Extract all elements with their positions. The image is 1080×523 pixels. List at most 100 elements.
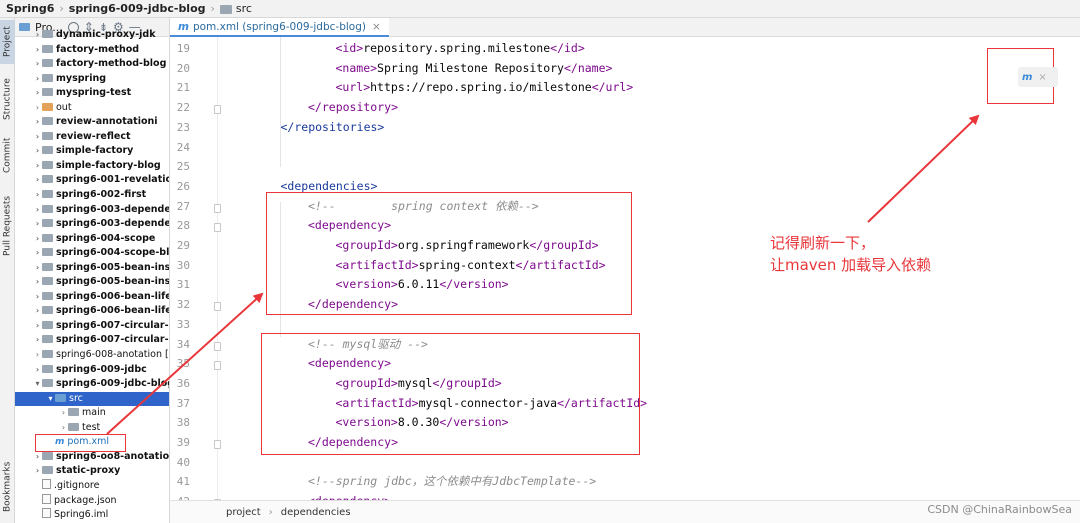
tree-item[interactable]: › myspring-test	[15, 86, 169, 101]
tree-item[interactable]: › spring6-007-circular-dep	[15, 333, 169, 348]
tree-item[interactable]: › main	[15, 406, 169, 421]
tree-item[interactable]: › test	[15, 421, 169, 436]
tab-pom-label: pom.xml (spring6-009-jdbc-blog)	[192, 21, 366, 33]
tree-item[interactable]: › review-reflect	[15, 130, 169, 145]
tree-item[interactable]: › dynamic-proxy-jdk	[15, 28, 169, 43]
tree-item[interactable]: › spring6-003-dependency	[15, 217, 169, 232]
tool-tab-bookmarks[interactable]: Bookmarks	[0, 458, 15, 516]
code-tag: <version>	[335, 415, 398, 430]
tool-tab-structure[interactable]: Structure	[0, 74, 15, 124]
chevron-right-icon[interactable]: ›	[33, 217, 42, 232]
module-folder-icon	[42, 451, 53, 460]
chevron-right-icon[interactable]: ›	[33, 304, 42, 319]
chevron-right-icon[interactable]: ›	[33, 290, 42, 305]
tree-item[interactable]: › spring6-008-anotation [sp	[15, 348, 169, 363]
tree-item[interactable]: › factory-method-blog	[15, 57, 169, 72]
tree-item[interactable]: › spring6-001-revelation	[15, 173, 169, 188]
tree-item[interactable]: › simple-factory	[15, 144, 169, 159]
tree-item[interactable]: ▾ spring6-009-jdbc-blog	[15, 377, 169, 392]
module-folder-icon	[42, 190, 53, 199]
tool-tab-commit[interactable]: Commit	[0, 134, 15, 176]
chevron-right-icon[interactable]: ›	[33, 101, 42, 116]
tree-item[interactable]: › static-proxy	[15, 464, 169, 479]
chevron-right-icon[interactable]: ›	[33, 464, 42, 479]
chevron-right-icon[interactable]: ›	[33, 333, 42, 348]
tree-item[interactable]: › spring6-004-scope	[15, 232, 169, 247]
line-number: 41	[176, 475, 190, 489]
tree-item[interactable]: › out	[15, 101, 169, 116]
chevron-right-icon[interactable]: ›	[33, 450, 42, 465]
tool-tab-project[interactable]: Project	[0, 20, 15, 64]
chevron-right-icon[interactable]: ›	[59, 421, 68, 436]
tree-item[interactable]: › spring6-oo8-anotation-b	[15, 450, 169, 465]
chevron-right-icon[interactable]: ›	[33, 57, 42, 72]
code-text: https://repo.spring.io/milestone	[370, 80, 592, 95]
tree-item[interactable]: › simple-factory-blog	[15, 159, 169, 174]
tree-item[interactable]: m pom.xml	[15, 435, 169, 450]
close-icon[interactable]: ×	[372, 21, 381, 33]
chevron-right-icon[interactable]: ›	[33, 159, 42, 174]
tree-item[interactable]: › spring6-009-jdbc	[15, 363, 169, 378]
chevron-right-icon[interactable]: ›	[33, 130, 42, 145]
tree-item[interactable]: › spring6-006-bean-lifecyc	[15, 304, 169, 319]
tree-item[interactable]: › myspring	[15, 72, 169, 87]
chevron-right-icon[interactable]: ›	[33, 115, 42, 130]
chevron-right-icon[interactable]: ›	[33, 232, 42, 247]
tree-item[interactable]: › spring6-005-bean-instan	[15, 275, 169, 290]
chevron-right-icon[interactable]: ›	[33, 43, 42, 58]
chevron-right-icon[interactable]: ›	[33, 348, 42, 363]
file-icon	[42, 478, 51, 489]
close-icon[interactable]: ×	[1038, 72, 1046, 83]
chevron-right-icon[interactable]: ›	[33, 261, 42, 276]
chevron-right-icon[interactable]: ›	[33, 363, 42, 378]
chevron-right-icon[interactable]: ›	[33, 28, 42, 43]
folder-icon	[219, 5, 232, 14]
breadcrumb-folder[interactable]: src	[236, 0, 252, 18]
code-editor[interactable]: <id>repository.spring.milestone</id> <nam…	[218, 37, 1080, 500]
chevron-down-icon[interactable]: ▾	[46, 392, 55, 407]
breadcrumb-module[interactable]: spring6-009-jdbc-blog	[69, 0, 206, 18]
tree-item[interactable]: package.json	[15, 493, 169, 509]
maven-reload-icon[interactable]: m	[1022, 72, 1032, 83]
tree-item[interactable]: › spring6-002-first	[15, 188, 169, 203]
tree-item[interactable]: › spring6-003-dependency	[15, 203, 169, 218]
code-line: <dependencies>	[281, 177, 378, 197]
chevron-right-icon[interactable]: ›	[33, 188, 42, 203]
annotation-note: 记得刷新一下， 让maven 加载导入依赖	[770, 232, 931, 276]
tab-pom-xml[interactable]: m pom.xml (spring6-009-jdbc-blog) ×	[170, 18, 389, 37]
chevron-right-icon[interactable]: ›	[33, 72, 42, 87]
maven-reload-button[interactable]: m ×	[1018, 67, 1058, 87]
breadcrumb-project[interactable]: Spring6	[6, 0, 54, 18]
tool-tab-pull-requests[interactable]: Pull Requests	[0, 190, 15, 262]
tree-item-label: spring6-004-scope	[56, 232, 156, 244]
chevron-right-icon[interactable]: ›	[33, 203, 42, 218]
line-number: 20	[176, 61, 190, 75]
bottom-crumb-dependencies[interactable]: dependencies	[281, 507, 351, 518]
tree-item[interactable]: › spring6-005-bean-instan	[15, 261, 169, 276]
tree-item[interactable]: › factory-method	[15, 43, 169, 58]
tree-item[interactable]: .gitignore	[15, 478, 169, 494]
tree-item-label: review-annotationi	[56, 116, 158, 128]
tree-item[interactable]: › review-annotationi	[15, 115, 169, 130]
tree-item[interactable]: Spring6.iml	[15, 508, 169, 523]
chevron-right-icon[interactable]: ›	[33, 319, 42, 334]
chevron-right-icon[interactable]: ›	[33, 86, 42, 101]
bottom-crumb-project[interactable]: project	[226, 507, 261, 518]
tree-item[interactable]: › spring6-004-scope-blog	[15, 246, 169, 261]
line-number: 35	[176, 357, 190, 371]
chevron-right-icon[interactable]: ›	[59, 406, 68, 421]
module-folder-icon	[42, 364, 53, 373]
chevron-right-icon[interactable]: ›	[33, 144, 42, 159]
code-line: <!--spring jdbc，这个依赖中有JdbcTemplate-->	[308, 472, 596, 492]
tree-item[interactable]: ▾ src	[15, 391, 169, 407]
code-tag: </groupId>	[432, 375, 502, 390]
code-tag: </dependency>	[308, 297, 399, 312]
folder-icon	[42, 350, 53, 359]
chevron-right-icon[interactable]: ›	[33, 173, 42, 188]
tree-item[interactable]: › spring6-007-circular-dep	[15, 319, 169, 334]
chevron-down-icon[interactable]: ▾	[33, 377, 42, 392]
tree-item[interactable]: › spring6-006-bean-lifecyc	[15, 290, 169, 305]
chevron-right-icon[interactable]: ›	[33, 246, 42, 261]
chevron-right-icon[interactable]: ›	[33, 275, 42, 290]
module-folder-icon	[42, 262, 53, 271]
